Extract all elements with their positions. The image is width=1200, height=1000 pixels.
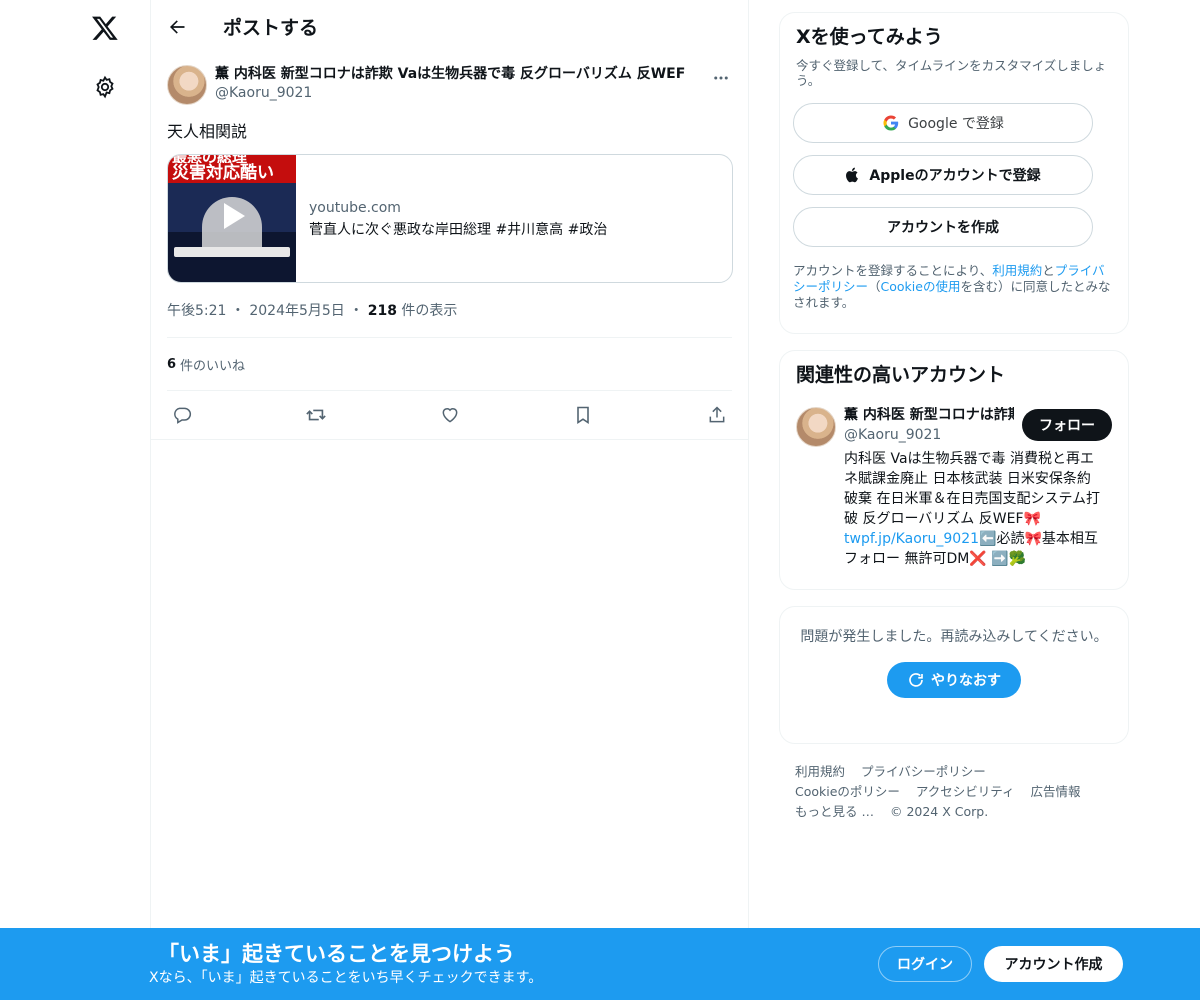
separator-dot: ・ xyxy=(230,303,245,319)
separator-dot: ・ xyxy=(349,303,364,319)
gear-icon[interactable] xyxy=(90,72,120,102)
login-banner: 「いま」起きていることを見つけよう Xなら、「いま」起きていることをいち早くチェ… xyxy=(0,928,1200,1000)
card-domain: youtube.com xyxy=(309,199,401,216)
video-thumbnail[interactable]: 最悪の総理 災害対応酷い xyxy=(168,155,296,282)
avatar[interactable] xyxy=(796,407,836,447)
google-icon xyxy=(882,114,900,132)
terms-link[interactable]: 利用規約 xyxy=(992,263,1042,278)
related-accounts-panel: 関連性の高いアカウント 薫 内科医 新型コロナは詐欺 Vaは生物兵器で毒 @Ka… xyxy=(779,350,1129,590)
reply-icon[interactable] xyxy=(171,404,193,426)
card-title: 菅直人に次ぐ悪政な岸田総理 #井川意高 #政治 xyxy=(309,221,608,238)
footer-links: 利用規約 プライバシーポリシー Cookieのポリシー アクセシビリティ 広告情… xyxy=(779,762,1129,822)
bio-link[interactable]: twpf.jp/Kaoru_9021 xyxy=(844,531,979,547)
footer-accessibility-link[interactable]: アクセシビリティ xyxy=(916,784,1015,799)
link-card[interactable]: 最悪の総理 災害対応酷い youtube.com 菅直人に次ぐ悪政な岸田総理 #… xyxy=(167,154,733,283)
apple-icon xyxy=(845,166,861,184)
post-text: 天人相関説 xyxy=(167,122,248,141)
post-actions xyxy=(167,391,732,439)
apple-signup-label: Appleのアカウントで登録 xyxy=(869,168,1041,184)
thumb-subtitle-bar xyxy=(174,247,290,257)
views-count: 218 xyxy=(367,303,397,319)
signup-title: Xを使ってみよう xyxy=(796,26,943,48)
x-logo-icon[interactable] xyxy=(87,10,123,46)
related-user-bio: 内科医 Vaは生物兵器で毒 消費税と再エネ賦課金廃止 日本核武装 日米安保条約破… xyxy=(844,449,1102,569)
left-nav xyxy=(0,0,150,1000)
author-name[interactable]: 薫 内科医 新型コロナは詐欺 Vaは生物兵器で毒 反グローバリズム 反WEF xyxy=(215,65,710,83)
follow-button[interactable]: フォロー xyxy=(1022,409,1112,441)
likes-count: 6 xyxy=(167,356,177,372)
refresh-icon xyxy=(907,671,925,689)
related-user[interactable]: 薫 内科医 新型コロナは詐欺 Vaは生物兵器で毒 @Kaoru_9021 フォロ… xyxy=(796,407,1112,447)
create-account-label: アカウントを作成 xyxy=(887,220,999,236)
post: 薫 内科医 新型コロナは詐欺 Vaは生物兵器で毒 反グローバリズム 反WEF @… xyxy=(151,65,748,440)
more-options-icon[interactable] xyxy=(710,67,732,89)
like-heart-icon[interactable] xyxy=(439,404,461,426)
bookmark-icon[interactable] xyxy=(572,404,594,426)
signup-subtitle: 今すぐ登録して、タイムラインをカスタマイズしましょう。 xyxy=(796,58,1107,88)
thumb-caption-main: 災害対応酷い xyxy=(172,163,294,183)
bio-text: 内科医 Vaは生物兵器で毒 消費税と再エネ賦課金廃止 日本核武装 日米安保条約破… xyxy=(844,451,1101,527)
divider xyxy=(151,439,748,440)
share-icon[interactable] xyxy=(706,404,728,426)
repost-icon[interactable] xyxy=(305,404,327,426)
cookie-link[interactable]: Cookieの使用 xyxy=(881,279,961,294)
post-time[interactable]: 午後5:21 xyxy=(167,303,226,319)
page-title: ポストする xyxy=(223,17,319,39)
footer-copyright: © 2024 X Corp. xyxy=(889,804,989,819)
retry-button[interactable]: やりなおす xyxy=(887,662,1021,698)
related-user-handle[interactable]: @Kaoru_9021 xyxy=(844,425,1014,445)
post-date[interactable]: 2024年5月5日 xyxy=(249,303,344,319)
retry-label: やりなおす xyxy=(931,673,1001,689)
post-author: 薫 内科医 新型コロナは詐欺 Vaは生物兵器で毒 反グローバリズム 反WEF @… xyxy=(167,65,732,115)
signup-panel: Xを使ってみよう 今すぐ登録して、タイムラインをカスタマイズしましょう。 Goo… xyxy=(779,12,1129,334)
main-column: ポストする 薫 内科医 新型コロナは詐欺 Vaは生物兵器で毒 反グローバリズム … xyxy=(150,0,749,1000)
legal-and: と xyxy=(1042,263,1055,278)
related-user-name[interactable]: 薫 内科医 新型コロナは詐欺 Vaは生物兵器で毒 xyxy=(844,407,1014,423)
banner-subtitle: Xなら、「いま」起きていることをいち早くチェックできます。 xyxy=(149,970,543,986)
error-panel: 問題が発生しました。再読み込みしてください。 やりなおす xyxy=(779,606,1129,744)
likes-label: 件のいいね xyxy=(180,358,246,374)
banner-title: 「いま」起きていることを見つけよう xyxy=(158,942,515,966)
top-bar: ポストする xyxy=(151,0,748,53)
play-icon[interactable] xyxy=(218,200,250,232)
footer-cookie-link[interactable]: Cookieのポリシー xyxy=(795,784,900,799)
error-message: 問題が発生しました。再読み込みしてください。 xyxy=(800,629,1108,645)
legal-prefix: アカウントを登録することにより、 xyxy=(793,263,993,278)
login-button[interactable]: ログイン xyxy=(878,946,972,982)
footer-ads-link[interactable]: 広告情報 xyxy=(1031,784,1081,799)
card-meta: youtube.com 菅直人に次ぐ悪政な岸田総理 #井川意高 #政治 xyxy=(296,155,607,282)
related-title: 関連性の高いアカウント xyxy=(796,364,1006,386)
apple-signup-button[interactable]: Appleのアカウントで登録 xyxy=(793,155,1093,195)
views-label: 件の表示 xyxy=(401,303,458,319)
footer-terms-link[interactable]: 利用規約 xyxy=(795,764,845,779)
footer-more-link[interactable]: もっと見る … xyxy=(795,804,874,819)
post-timestamp: 午後5:21 ・ 2024年5月5日 ・ 218 件の表示 xyxy=(167,301,732,321)
legal-paren: （ xyxy=(868,279,881,294)
create-account-button[interactable]: アカウントを作成 xyxy=(793,207,1093,247)
footer-privacy-link[interactable]: プライバシーポリシー xyxy=(861,764,986,779)
author-handle[interactable]: @Kaoru_9021 xyxy=(215,83,710,103)
back-arrow-icon[interactable] xyxy=(165,15,189,39)
signup-legal-text: アカウントを登録することにより、利用規約とプライバシーポリシー（Cookieの使… xyxy=(793,263,1112,311)
google-signup-label: Google で登録 xyxy=(908,116,1004,132)
likes-summary[interactable]: 6 件のいいね xyxy=(167,338,732,390)
google-signup-button[interactable]: Google で登録 xyxy=(793,103,1093,143)
avatar[interactable] xyxy=(167,65,207,105)
right-sidebar: Xを使ってみよう 今すぐ登録して、タイムラインをカスタマイズしましょう。 Goo… xyxy=(779,12,1129,822)
signup-button[interactable]: アカウント作成 xyxy=(984,946,1123,982)
